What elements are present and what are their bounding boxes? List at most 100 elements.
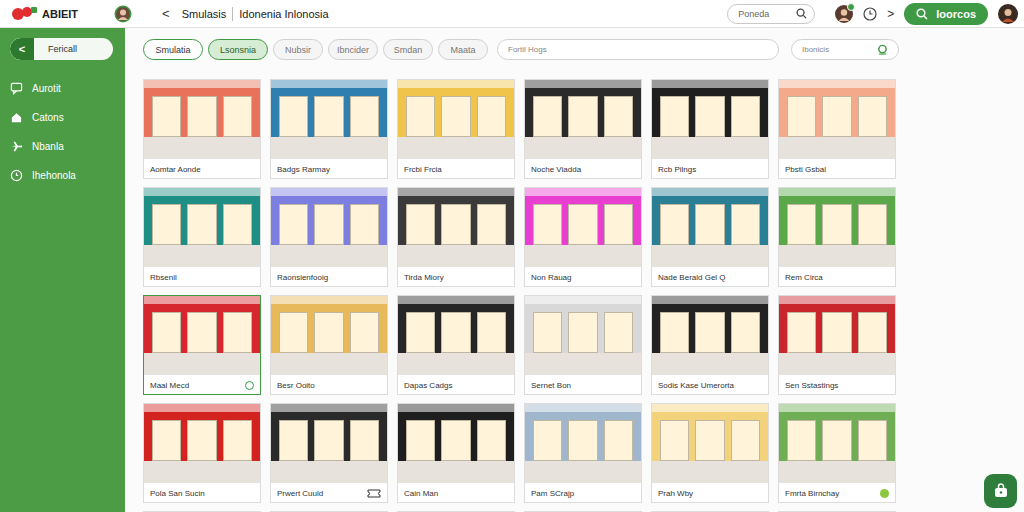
store-card[interactable] [778, 511, 896, 512]
breadcrumb-item[interactable]: Smulasis [182, 8, 227, 20]
card-caption: Rbsenil [144, 267, 260, 287]
floating-action-button[interactable] [984, 474, 1017, 508]
filter-chip[interactable]: Ibncider [328, 39, 378, 60]
card-title: Frcbi Frcia [404, 165, 442, 174]
magnifier-icon [796, 8, 807, 19]
store-card[interactable]: Prah Wby [651, 403, 769, 503]
store-image [144, 80, 260, 159]
search-field[interactable]: Poneda [727, 4, 815, 24]
card-title: Badgs Rarmay [277, 165, 330, 174]
card-caption: Non Rauag [525, 267, 641, 287]
store-card[interactable]: Pola San Sucin [143, 403, 261, 503]
card-title: Cain Man [404, 489, 438, 498]
card-caption: Rem Circa [779, 267, 895, 287]
card-title: Sernet Bon [531, 381, 571, 390]
store-card[interactable]: Sen Sstastings [778, 295, 896, 395]
store-card[interactable]: Pbsti Gsbal [778, 79, 896, 179]
store-card[interactable] [397, 511, 515, 512]
store-image [525, 188, 641, 267]
card-caption: Rcb Pilngs [652, 159, 768, 179]
store-card[interactable]: Noche Viadda [524, 79, 642, 179]
store-image [652, 188, 768, 267]
store-card[interactable]: Pam SCrajp [524, 403, 642, 503]
store-image [652, 80, 768, 159]
store-card[interactable]: Sernet Bon [524, 295, 642, 395]
card-caption: Aomtar Aonde [144, 159, 260, 179]
store-card[interactable] [143, 511, 261, 512]
sidebar-item-label: Catons [32, 112, 64, 123]
store-card[interactable]: Badgs Rarmay [270, 79, 388, 179]
store-image [779, 296, 895, 375]
card-title: Rbsenil [150, 273, 177, 282]
profile-avatar[interactable] [835, 5, 853, 23]
store-card[interactable]: Rcb Pilngs [651, 79, 769, 179]
sidebar-item[interactable]: Aurotit [10, 74, 113, 103]
search-button[interactable]: Ioorcos [904, 3, 988, 25]
card-caption: Nade Berald Gel Q [652, 267, 768, 287]
filter-search-field[interactable]: Fortil Hogs [497, 39, 779, 60]
card-caption: Pam SCrajp [525, 483, 641, 503]
sidebar-item[interactable]: Catons [10, 103, 113, 132]
clock-icon [10, 169, 23, 182]
status-dot-icon [880, 489, 889, 498]
card-caption: Besr Ooito [271, 375, 387, 395]
filter-chip[interactable]: Smulatia [143, 39, 203, 60]
store-card[interactable]: Fmrta Birnchay [778, 403, 896, 503]
secondary-search-placeholder: Ibonicis [802, 45, 829, 54]
store-card[interactable]: Sodis Kase Umerorta [651, 295, 769, 395]
account-avatar-icon[interactable] [998, 4, 1018, 24]
logo-icon[interactable] [12, 6, 38, 22]
store-card[interactable]: Maal Mecd [143, 295, 261, 395]
card-caption: Prah Wby [652, 483, 768, 503]
store-card[interactable]: Nade Berald Gel Q [651, 187, 769, 287]
back-button[interactable]: < [162, 6, 170, 21]
store-card[interactable] [270, 511, 388, 512]
card-caption: Tirda Miory [398, 267, 514, 287]
store-image [779, 188, 895, 267]
content-area: SmulatiaLsonsniaNubsirIbnciderSmdanMaata… [125, 28, 1024, 512]
card-caption: Sen Sstastings [779, 375, 895, 395]
sidebar-item[interactable]: Ihehonola [10, 161, 113, 190]
store-card[interactable]: Aomtar Aonde [143, 79, 261, 179]
breadcrumb-item[interactable]: Idonenia Inlonosia [239, 8, 328, 20]
store-image [271, 188, 387, 267]
sidebar-item-label: Aurotit [32, 83, 61, 94]
store-card[interactable]: Raonsienfooig [270, 187, 388, 287]
store-card[interactable] [651, 511, 769, 512]
clock-icon[interactable] [863, 7, 877, 21]
ticket-icon [367, 489, 381, 498]
filter-chip[interactable]: Smdan [383, 39, 433, 60]
card-caption: Cain Man [398, 483, 514, 503]
store-card[interactable]: Besr Ooito [270, 295, 388, 395]
sidebar-item[interactable]: Nbanla [10, 132, 113, 161]
filter-chip[interactable]: Maata [438, 39, 488, 60]
store-image [398, 80, 514, 159]
card-caption: Dapas Cadgs [398, 375, 514, 395]
secondary-search-field[interactable]: Ibonicis [791, 39, 899, 60]
store-card[interactable]: Rem Circa [778, 187, 896, 287]
card-title: Raonsienfooig [277, 273, 328, 282]
online-dot [847, 3, 855, 11]
card-title: Tirda Miory [404, 273, 444, 282]
store-card[interactable]: Cain Man [397, 403, 515, 503]
filter-chip[interactable]: Nubsir [273, 39, 323, 60]
store-card[interactable]: Dapas Cadgs [397, 295, 515, 395]
breadcrumb-divider [232, 7, 233, 21]
filter-search-placeholder: Fortil Hogs [508, 45, 547, 54]
forward-button[interactable]: > [887, 7, 894, 21]
store-card[interactable]: Non Rauag [524, 187, 642, 287]
store-image [525, 404, 641, 483]
store-card[interactable] [524, 511, 642, 512]
sidebar-back-button[interactable]: <Fericall [10, 38, 113, 60]
ring-badge-icon [245, 381, 254, 390]
store-card[interactable]: Frcbi Frcia [397, 79, 515, 179]
search-ring-icon [877, 44, 888, 55]
card-title: Prwert Cuuld [277, 489, 323, 498]
store-card[interactable]: Prwert Cuuld [270, 403, 388, 503]
filter-chip[interactable]: Lsonsnia [208, 39, 268, 60]
store-image [144, 296, 260, 375]
user-avatar-icon[interactable] [114, 5, 132, 23]
store-card[interactable]: Rbsenil [143, 187, 261, 287]
search-button-label: Ioorcos [936, 8, 976, 20]
store-card[interactable]: Tirda Miory [397, 187, 515, 287]
